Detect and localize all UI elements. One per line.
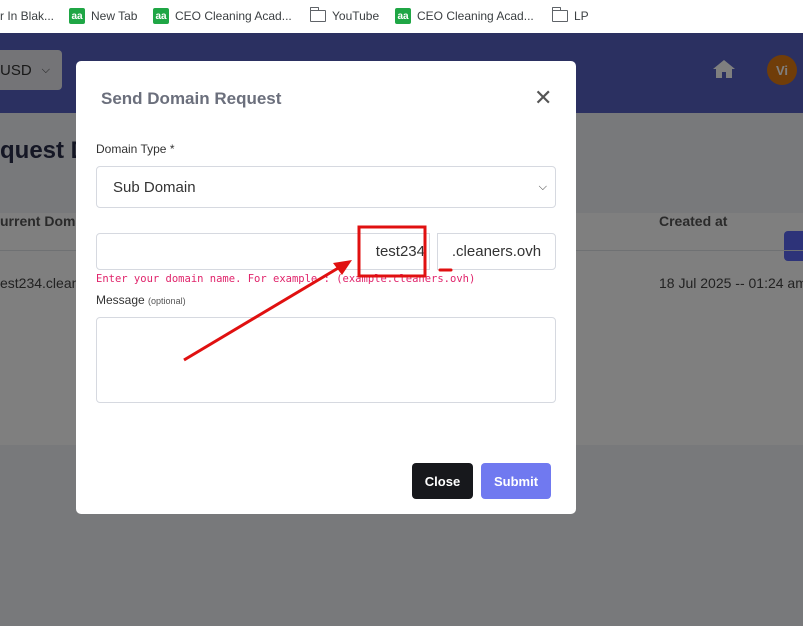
bookmark-label: LP	[574, 9, 589, 23]
send-domain-request-modal: Send Domain Request ✕ Domain Type * Sub …	[76, 61, 576, 514]
message-label: Message (optional)	[96, 293, 186, 307]
bookmark-label: CEO Cleaning Acad...	[175, 9, 292, 23]
aa-icon: aa	[395, 8, 411, 24]
bookmark-1[interactable]: r In Blak...	[0, 4, 54, 28]
bookmarks-bar: r In Blak... aa New Tab aa CEO Cleaning …	[0, 0, 803, 33]
domain-name-input[interactable]: test234	[96, 233, 430, 270]
bookmark-ceo-cleaning-2[interactable]: aa CEO Cleaning Acad...	[395, 4, 534, 28]
domain-type-label: Domain Type *	[96, 142, 175, 156]
domain-name-value: test234	[375, 243, 425, 260]
domain-hint: Enter your domain name. For example : (e…	[96, 273, 476, 285]
aa-icon: aa	[69, 8, 85, 24]
domain-type-select[interactable]: Sub Domain ⌵	[96, 166, 556, 208]
modal-title: Send Domain Request	[101, 89, 282, 108]
message-label-text: Message	[96, 293, 145, 307]
chevron-down-icon: ⌵	[538, 181, 547, 193]
bookmark-lp-folder[interactable]: LP	[551, 4, 589, 28]
bookmark-label: New Tab	[91, 9, 138, 23]
bookmark-label: CEO Cleaning Acad...	[417, 9, 534, 23]
aa-icon: aa	[153, 8, 169, 24]
message-textarea[interactable]	[96, 317, 556, 403]
bookmark-youtube-folder[interactable]: YouTube	[309, 4, 380, 28]
close-button[interactable]: Close	[412, 463, 473, 499]
message-optional: (optional)	[148, 296, 186, 306]
bookmark-label: r In Blak...	[0, 9, 55, 23]
domain-suffix: .cleaners.ovh	[437, 233, 556, 270]
close-icon[interactable]: ✕	[534, 87, 552, 109]
bookmark-ceo-cleaning-1[interactable]: aa CEO Cleaning Acad...	[153, 4, 292, 28]
bookmark-label: YouTube	[332, 9, 380, 23]
folder-icon	[309, 7, 326, 22]
folder-icon	[551, 7, 568, 22]
bookmark-new-tab[interactable]: aa New Tab	[69, 4, 137, 28]
domain-type-value: Sub Domain	[113, 178, 196, 196]
submit-button[interactable]: Submit	[481, 463, 551, 499]
